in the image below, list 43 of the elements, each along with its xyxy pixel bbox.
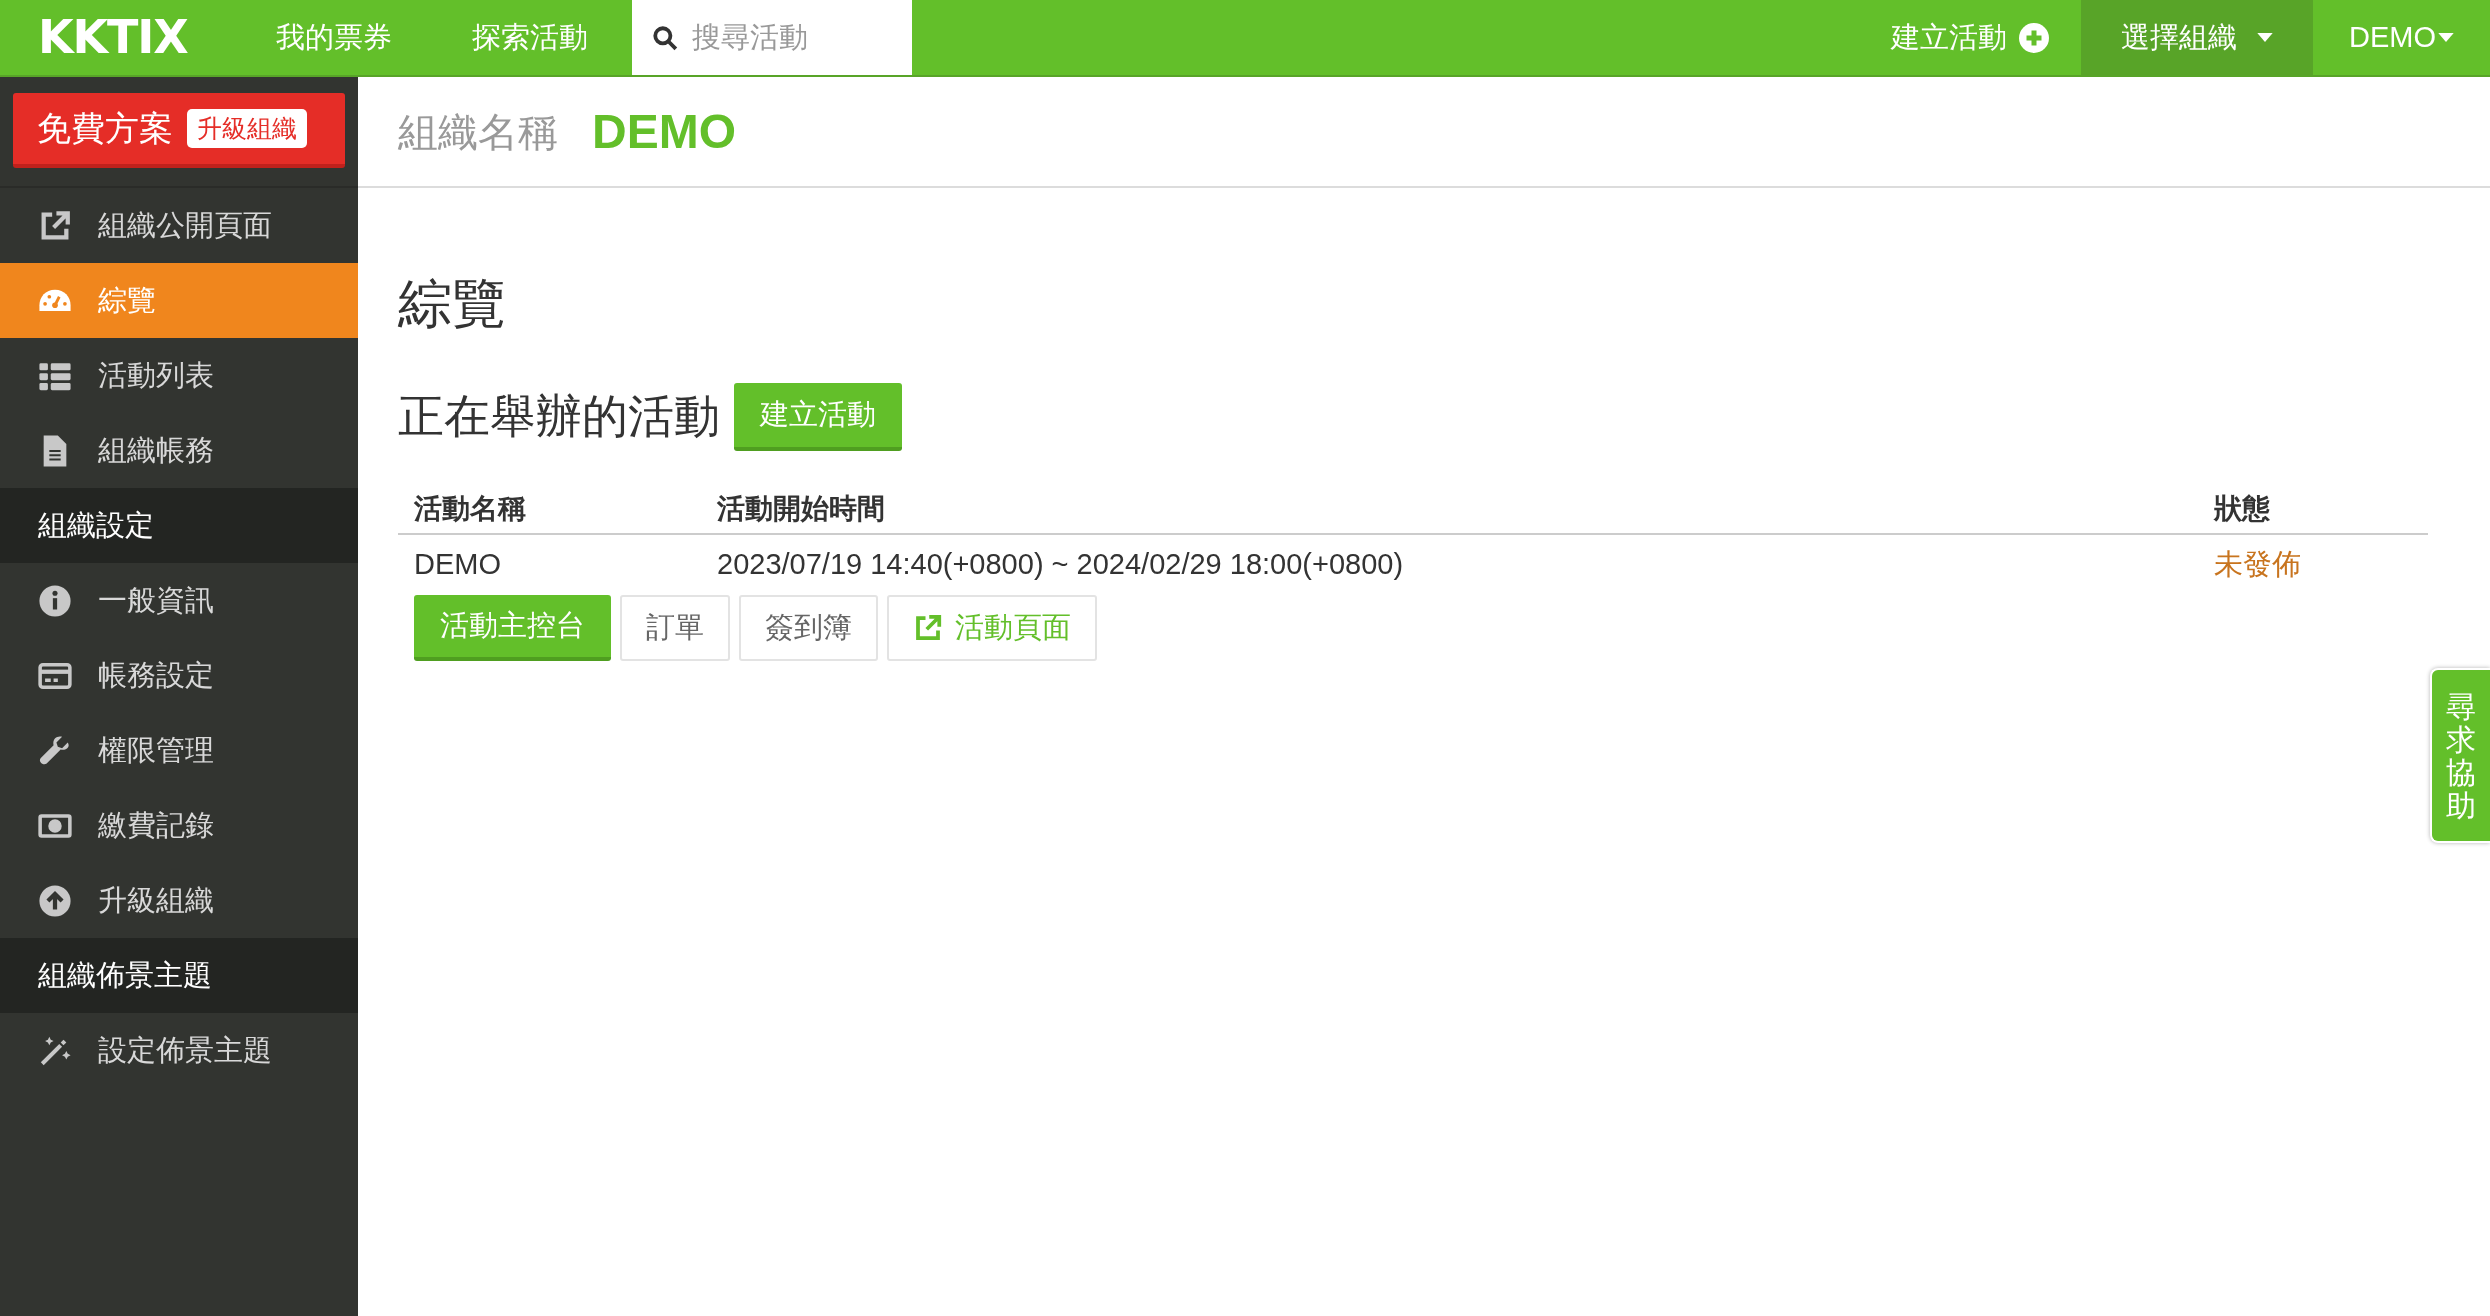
create-event-link[interactable]: 建立活動 bbox=[1859, 0, 2081, 75]
info-icon bbox=[38, 583, 72, 618]
console-button[interactable]: 活動主控台 bbox=[414, 595, 611, 661]
caret-icon bbox=[2438, 33, 2454, 42]
sidebar-section-header: 組織佈景主題 bbox=[0, 938, 358, 1013]
sidebar-section-header: 組織設定 bbox=[0, 488, 358, 563]
kktix-logo[interactable]: KKTIX bbox=[0, 0, 236, 75]
column-header: 活動名稱 bbox=[413, 492, 527, 526]
organization-label: 組織名稱 bbox=[398, 108, 558, 156]
sidebar-item[interactable]: 綜覽 bbox=[0, 263, 358, 338]
external-link-icon bbox=[913, 613, 943, 643]
sidebar-item[interactable]: 升級組織 bbox=[0, 863, 358, 938]
create-event-button[interactable]: 建立活動 bbox=[734, 382, 902, 451]
plan-label: 免費方案 bbox=[37, 108, 173, 149]
action-button[interactable]: 簽到簿 bbox=[739, 595, 878, 661]
sidebar-item[interactable]: 帳務設定 bbox=[0, 638, 358, 713]
upgrade-badge: 升級組織 bbox=[187, 108, 307, 149]
column-header: 狀態 bbox=[2212, 492, 2271, 526]
table-cell-text: 2023/07/19 14:40(+0800) ~ 2024/02/29 18:00(+0800) bbox=[716, 547, 1405, 583]
sidebar-item[interactable]: 設定佈景主題 bbox=[0, 1013, 358, 1088]
plus-circle-icon bbox=[2019, 22, 2049, 53]
page-title: 綜覽 bbox=[398, 276, 507, 330]
search-field[interactable]: 搜尋活動 bbox=[631, 0, 912, 75]
help-tab[interactable]: 尋求協助 bbox=[2430, 668, 2490, 843]
table-cell-text: DEMO bbox=[413, 547, 502, 583]
nav-link[interactable]: 探索活動 bbox=[431, 0, 628, 75]
sidebar-item[interactable]: 權限管理 bbox=[0, 713, 358, 788]
sidebar-item[interactable]: 一般資訊 bbox=[0, 563, 358, 638]
sidebar-item[interactable]: 組織帳務 bbox=[0, 413, 358, 488]
status-text: 未發佈 bbox=[2213, 547, 2302, 583]
organization-dropdown[interactable]: 選擇組織 bbox=[2081, 0, 2313, 75]
event-page-button[interactable]: 活動頁面 bbox=[887, 595, 1097, 661]
column-header: 活動開始時間 bbox=[716, 492, 886, 526]
user-dropdown[interactable]: DEMO bbox=[2313, 0, 2490, 75]
section-title: 正在舉辦的活動 bbox=[398, 389, 720, 444]
nav-link[interactable]: 我的票券 bbox=[235, 0, 432, 75]
plan-button[interactable]: 免費方案 升級組織 bbox=[13, 93, 345, 168]
sidebar-item[interactable]: 組織公開頁面 bbox=[0, 188, 358, 263]
organization-name: DEMO bbox=[592, 103, 736, 160]
action-button[interactable]: 訂單 bbox=[620, 595, 730, 661]
sidebar-item[interactable]: 繳費記錄 bbox=[0, 788, 358, 863]
sidebar-item[interactable]: 活動列表 bbox=[0, 338, 358, 413]
caret-icon bbox=[2257, 33, 2273, 42]
